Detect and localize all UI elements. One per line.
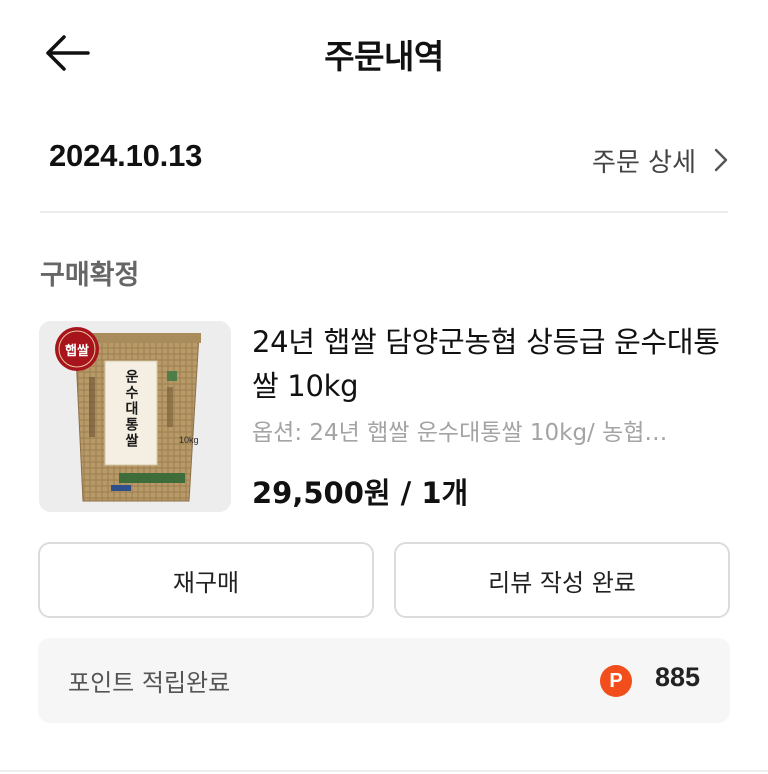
section-divider (40, 211, 728, 213)
review-complete-button[interactable]: 리뷰 작성 완료 (394, 542, 730, 618)
points-earned-panel: 포인트 적립완료 P 885 (38, 638, 730, 723)
order-status: 구매확정 (40, 260, 140, 291)
app-header: 주문내역 (0, 0, 768, 106)
product-price: 29,500원 / 1개 (252, 476, 469, 510)
order-date: 2024.10.13 (49, 138, 203, 173)
product-thumbnail[interactable]: 운수대통쌀 10kg 햅쌀 (39, 321, 231, 512)
chevron-right-icon (714, 148, 728, 172)
order-detail-link[interactable]: 주문 상세 (592, 138, 728, 182)
product-title[interactable]: 24년 햅쌀 담양군농협 상등급 운수대통쌀 10kg (252, 320, 722, 408)
bag-badge-text: 햅쌀 (65, 343, 89, 359)
points-value: 885 (654, 662, 700, 692)
bag-title-text: 운수대통쌀 (123, 369, 139, 449)
product-option: 옵션: 24년 햅쌀 운수대통쌀 10kg/ 농협… (252, 420, 668, 446)
order-date-row: 2024.10.13 주문 상세 (40, 138, 728, 182)
point-coin-icon: P (600, 665, 632, 697)
page-title: 주문내역 (324, 37, 444, 76)
bag-weight-text: 10kg (179, 435, 199, 445)
points-label: 포인트 적립완료 (68, 669, 231, 697)
bottom-divider (0, 770, 768, 772)
rebuy-button[interactable]: 재구매 (38, 542, 374, 618)
rice-bag-image: 운수대통쌀 10kg 햅쌀 (39, 321, 231, 512)
order-detail-label: 주문 상세 (592, 147, 696, 178)
